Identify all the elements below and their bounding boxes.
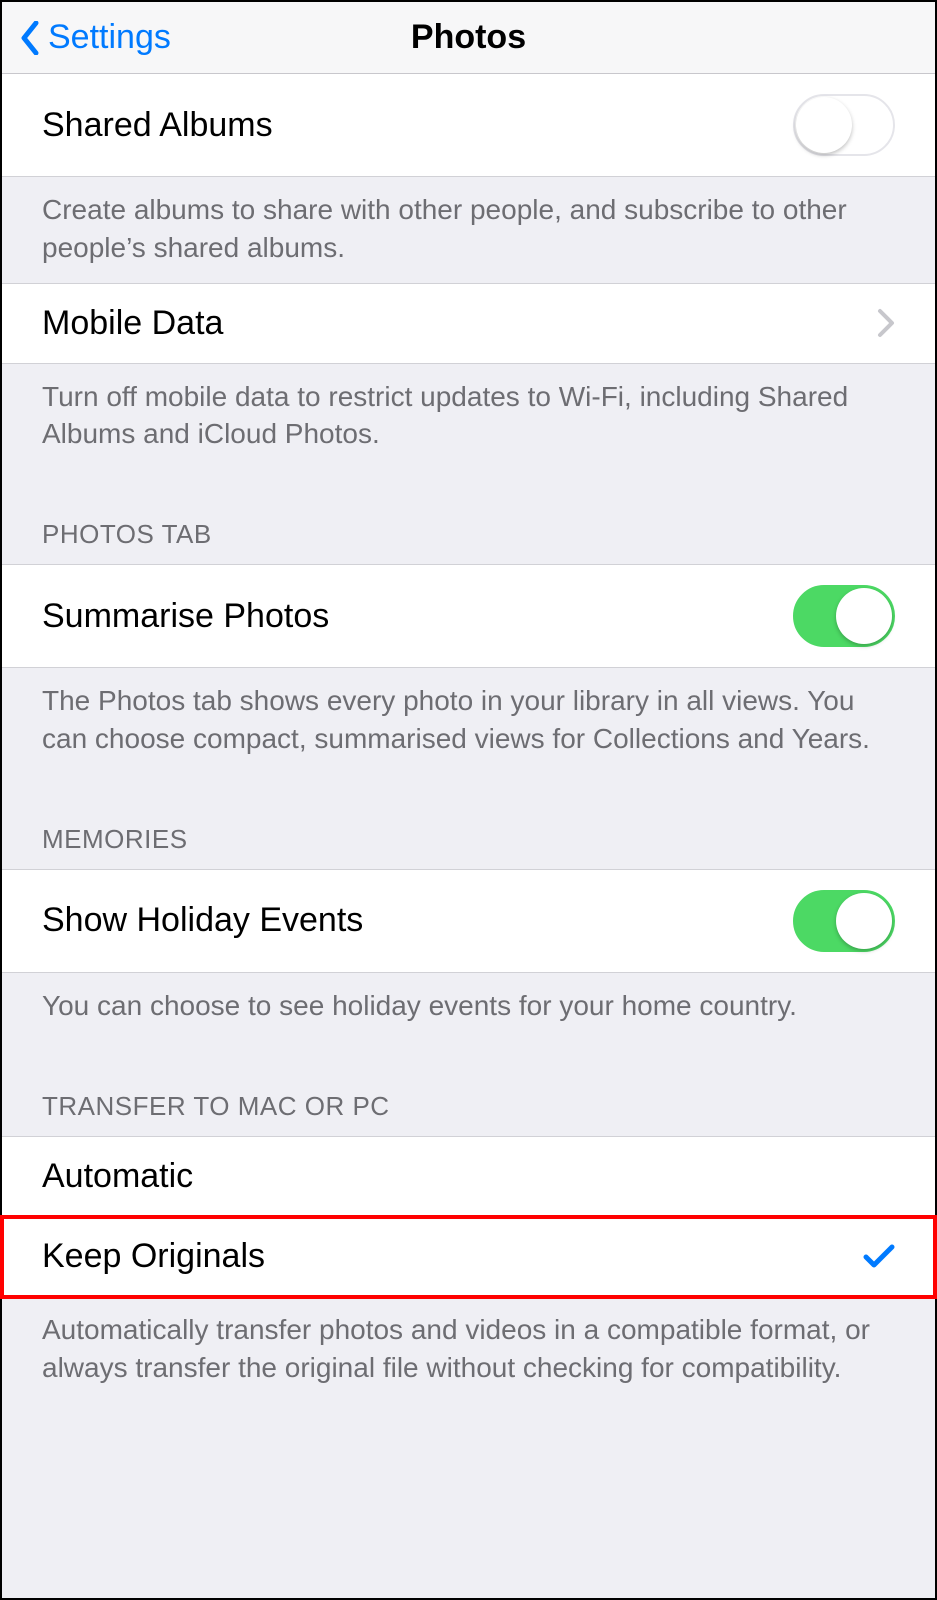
cell-keep-originals[interactable]: Keep Originals — [2, 1217, 935, 1297]
show-holiday-events-label: Show Holiday Events — [42, 901, 793, 940]
cell-automatic[interactable]: Automatic — [2, 1136, 935, 1217]
automatic-label: Automatic — [42, 1157, 895, 1196]
toggle-knob — [796, 97, 852, 153]
back-button[interactable]: Settings — [2, 18, 171, 57]
chevron-right-icon — [877, 308, 895, 338]
mobile-data-label: Mobile Data — [42, 304, 877, 343]
cell-mobile-data[interactable]: Mobile Data — [2, 283, 935, 364]
summarise-photos-label: Summarise Photos — [42, 597, 793, 636]
memories-header: MEMORIES — [2, 774, 935, 869]
photos-tab-header: PHOTOS TAB — [2, 469, 935, 564]
navbar: Settings Photos — [2, 2, 935, 74]
group-transfer: TRANSFER TO MAC OR PC Automatic Keep Ori… — [2, 1041, 935, 1403]
cell-show-holiday-events: Show Holiday Events — [2, 869, 935, 973]
chevron-left-icon — [20, 21, 40, 55]
checkmark-icon — [863, 1243, 895, 1269]
memories-footer: You can choose to see holiday events for… — [2, 973, 935, 1041]
group-mobile-data: Mobile Data Turn off mobile data to rest… — [2, 283, 935, 470]
group-shared-albums: Shared Albums Create albums to share wit… — [2, 74, 935, 283]
back-label: Settings — [48, 18, 171, 57]
transfer-header: TRANSFER TO MAC OR PC — [2, 1041, 935, 1136]
shared-albums-label: Shared Albums — [42, 106, 793, 145]
toggle-shared-albums[interactable] — [793, 94, 895, 156]
cell-summarise-photos: Summarise Photos — [2, 564, 935, 668]
keep-originals-label: Keep Originals — [42, 1237, 863, 1276]
mobile-data-footer: Turn off mobile data to restrict updates… — [2, 364, 935, 470]
photos-tab-footer: The Photos tab shows every photo in your… — [2, 668, 935, 774]
transfer-footer: Automatically transfer photos and videos… — [2, 1297, 935, 1403]
cell-shared-albums: Shared Albums — [2, 74, 935, 177]
shared-albums-footer: Create albums to share with other people… — [2, 177, 935, 283]
group-memories: MEMORIES Show Holiday Events You can cho… — [2, 774, 935, 1041]
group-photos-tab: PHOTOS TAB Summarise Photos The Photos t… — [2, 469, 935, 774]
toggle-summarise-photos[interactable] — [793, 585, 895, 647]
toggle-knob — [836, 893, 892, 949]
toggle-knob — [836, 588, 892, 644]
toggle-show-holiday-events[interactable] — [793, 890, 895, 952]
